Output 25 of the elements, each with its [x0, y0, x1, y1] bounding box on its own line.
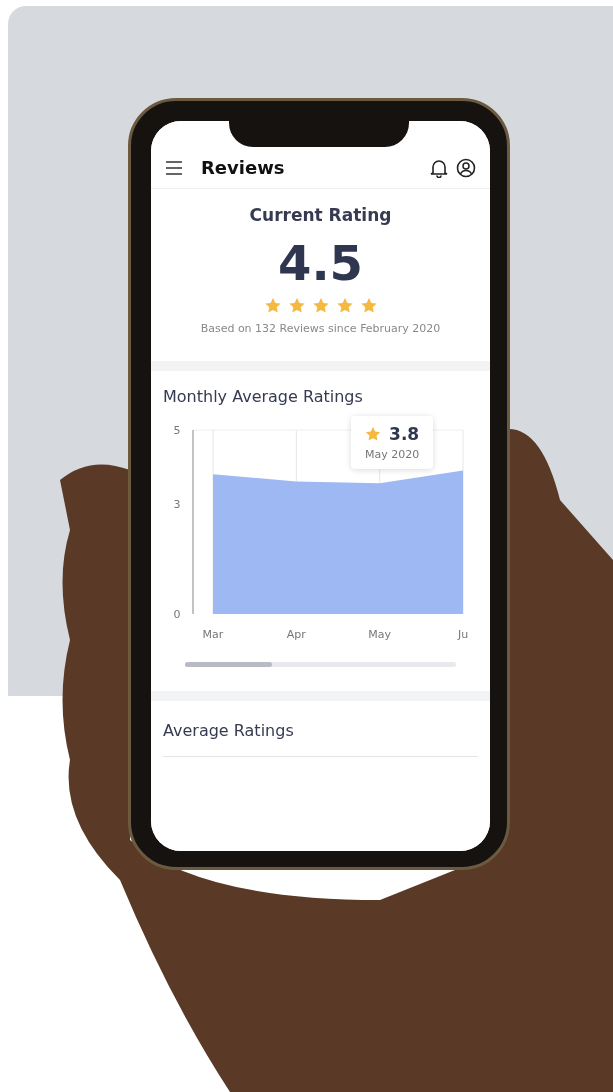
axis-label: 5: [173, 424, 181, 437]
tooltip-value: 3.8: [389, 424, 420, 444]
axis-label: May: [368, 628, 392, 641]
star-icon: [359, 297, 378, 314]
star-icon: [263, 297, 282, 314]
section-title: Current Rating: [249, 205, 392, 225]
section-title: Monthly Average Ratings: [163, 387, 364, 406]
screen-title: Reviews: [201, 157, 285, 178]
axis-label: Ju: [457, 628, 469, 641]
section-title: Average Ratings: [163, 721, 295, 740]
axis-label: Apr: [286, 628, 306, 641]
bell-icon[interactable]: [430, 157, 448, 178]
star-icon: [335, 297, 354, 314]
star-icon: [365, 426, 382, 442]
tooltip-label: May 2020: [365, 448, 420, 461]
star-icon: [287, 297, 306, 314]
star-icon: [311, 297, 330, 314]
rating-caption: Based on 132 Reviews since February 2020: [200, 322, 441, 335]
menu-icon[interactable]: [165, 160, 183, 175]
axis-label: Mar: [202, 628, 224, 641]
axis-label: 0: [173, 608, 181, 621]
rating-value: 4.5: [278, 235, 363, 291]
axis-label: 3: [173, 497, 181, 511]
scrollbar[interactable]: [185, 662, 456, 667]
user-icon[interactable]: [456, 157, 476, 178]
